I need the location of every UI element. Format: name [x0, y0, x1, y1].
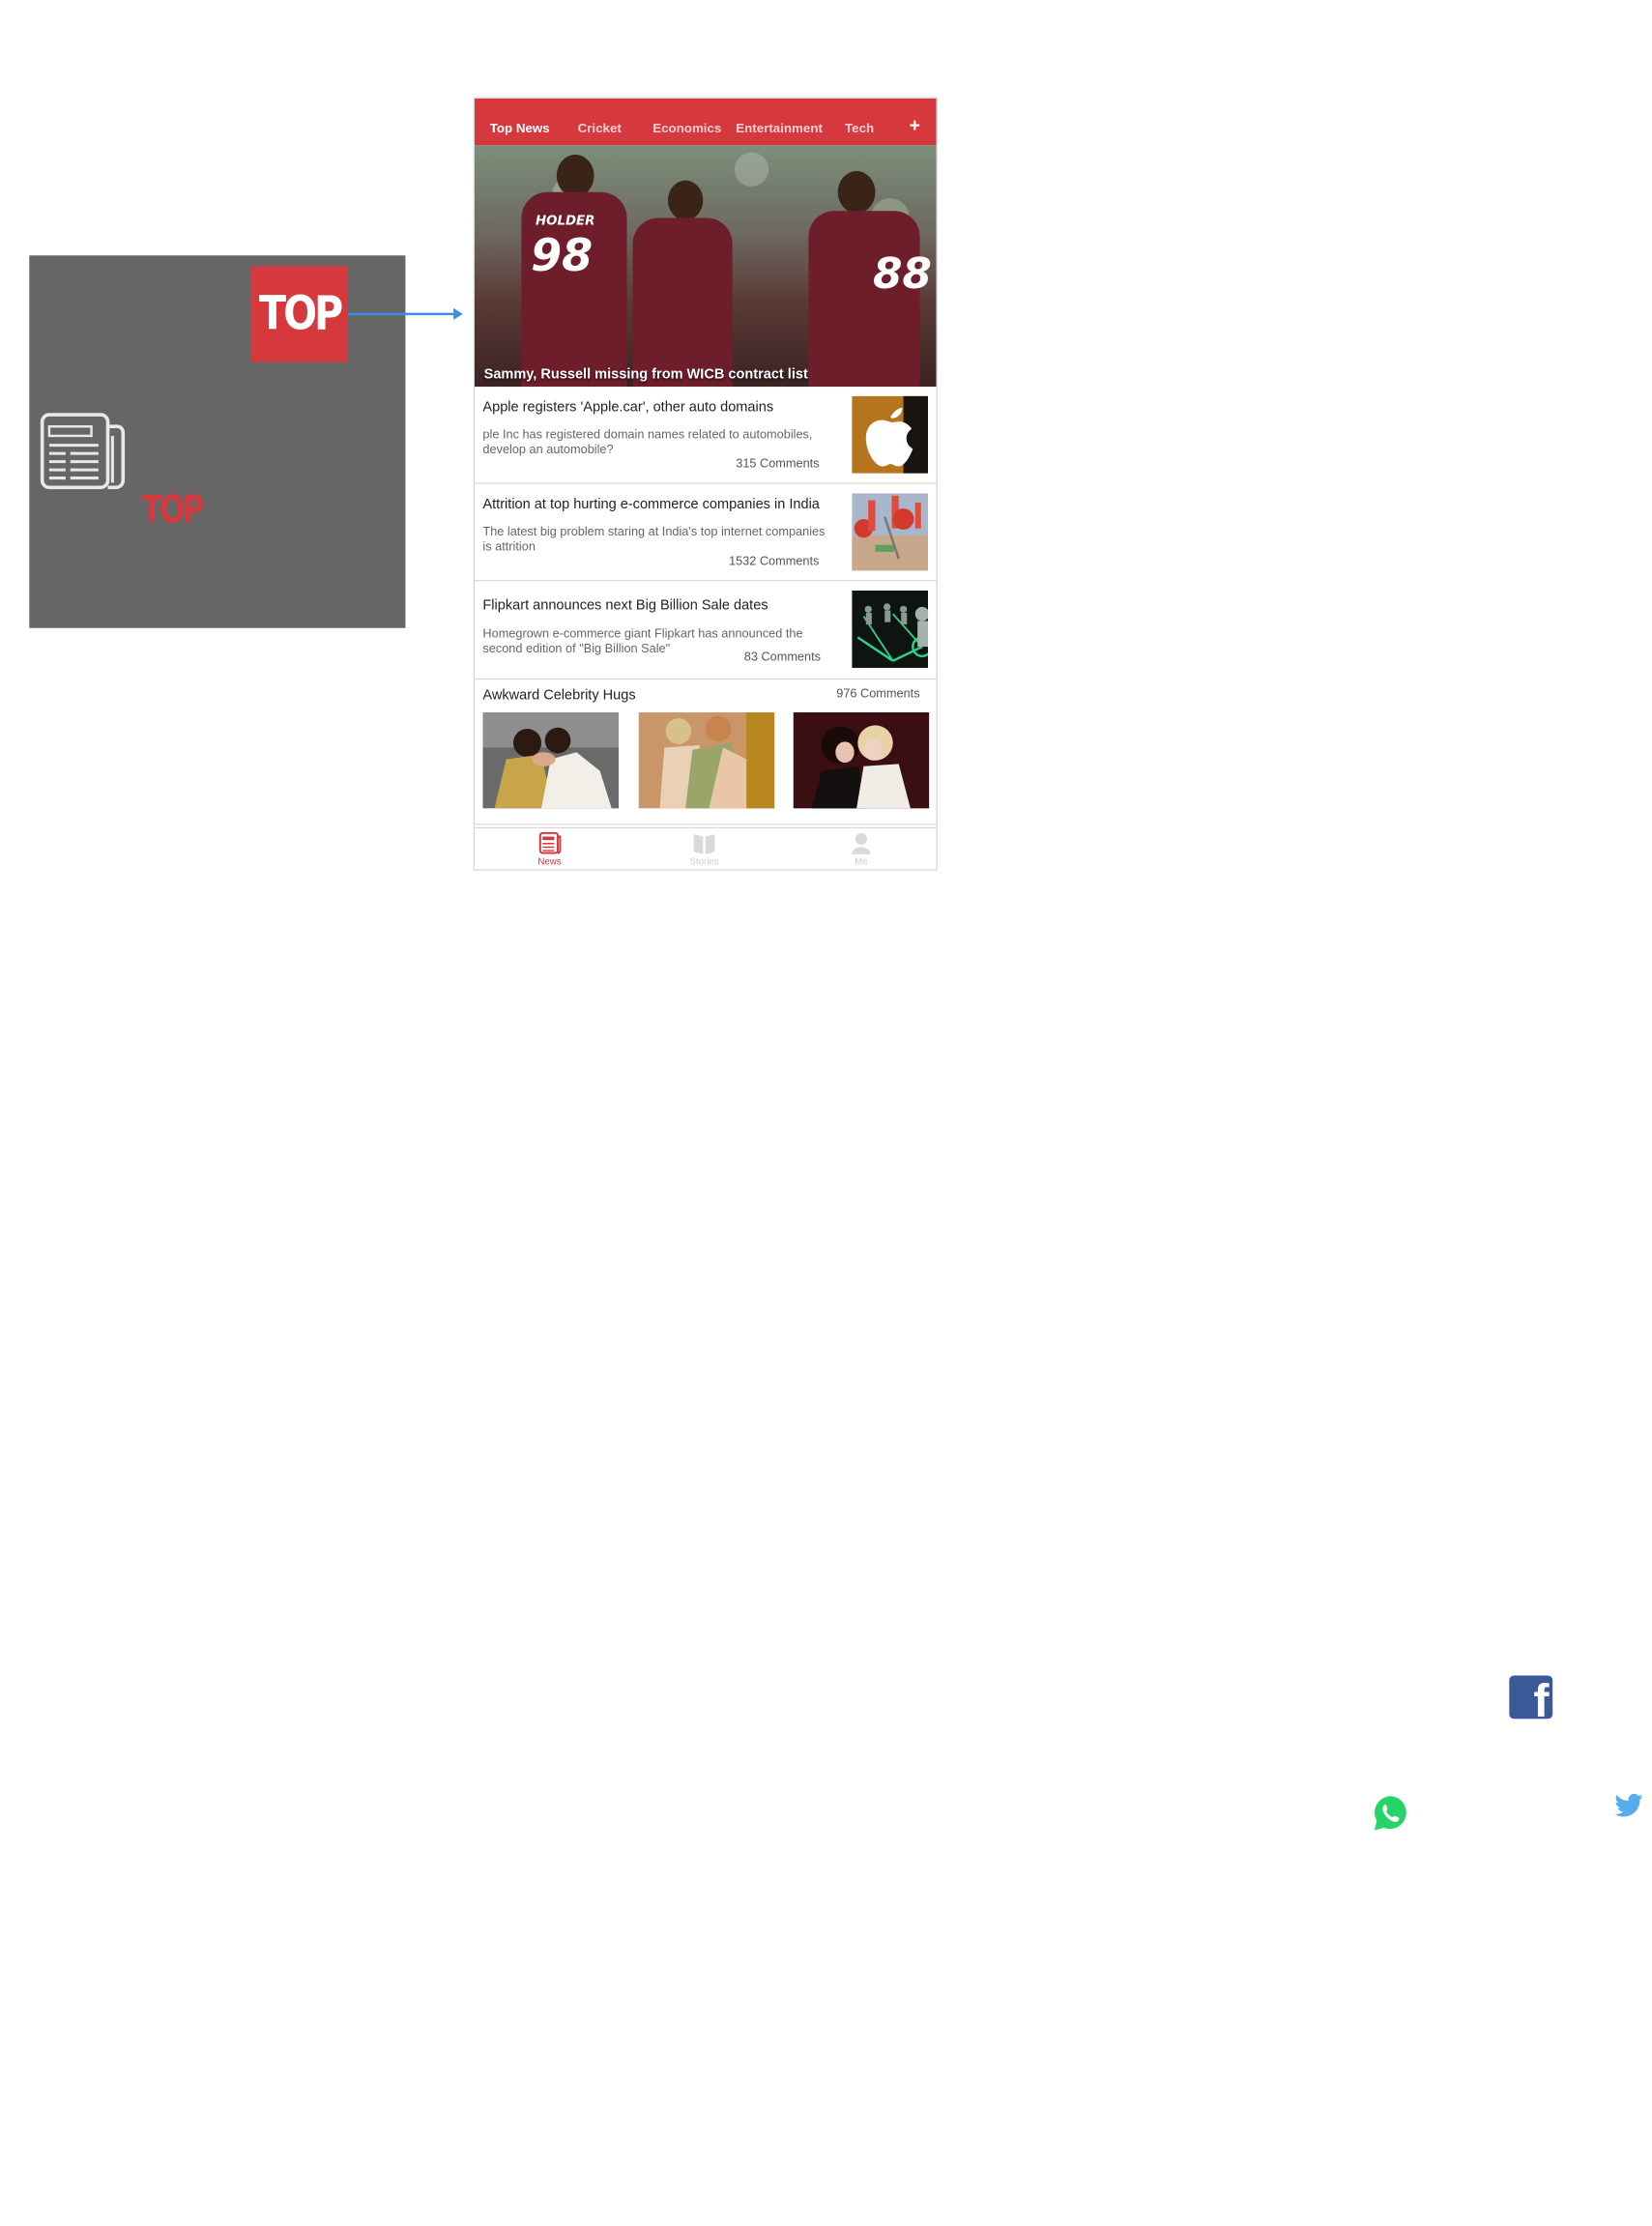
article-comments[interactable]: 1532 Comments: [729, 554, 819, 568]
gallery-photo[interactable]: [638, 712, 775, 809]
player-figure: [632, 217, 733, 388]
whatsapp-icon[interactable]: [1372, 1794, 1409, 1833]
photo-gallery-item[interactable]: Awkward Celebrity Hugs 976 Comments: [474, 679, 937, 825]
gallery-photo[interactable]: [482, 712, 620, 809]
tab-cricket[interactable]: Cricket: [578, 122, 622, 136]
player-head: [837, 170, 876, 214]
article-title[interactable]: Flipkart announces next Big Billion Sale…: [482, 596, 768, 613]
nav-news[interactable]: News: [514, 831, 585, 868]
article-title[interactable]: Apple registers 'Apple.car', other auto …: [482, 398, 773, 415]
article-comments[interactable]: 315 Comments: [736, 457, 819, 472]
nav-news-label: News: [537, 856, 562, 868]
article-summary: The latest big problem staring at India'…: [482, 525, 826, 555]
gallery-comments[interactable]: 976 Comments: [836, 686, 919, 701]
article-item[interactable]: Attrition at top hurting e-commerce comp…: [474, 484, 937, 582]
top-badge-text: TOP: [258, 286, 343, 341]
twitter-icon[interactable]: [1614, 1793, 1643, 1817]
newspaper-icon: [538, 831, 562, 854]
tab-tech[interactable]: Tech: [845, 122, 874, 136]
network-thumbnail[interactable]: [852, 590, 929, 668]
nav-me[interactable]: Me: [826, 832, 897, 867]
nav-stories-label: Stories: [689, 856, 719, 868]
article-item[interactable]: Apple registers 'Apple.car', other auto …: [474, 387, 937, 484]
top-red-label: TOP: [141, 487, 204, 533]
player-head: [667, 180, 704, 220]
gallery-title[interactable]: Awkward Celebrity Hugs: [482, 686, 635, 703]
article-title[interactable]: Attrition at top hurting e-commerce comp…: [482, 496, 819, 512]
nav-stories[interactable]: Stories: [669, 832, 739, 867]
jersey-number-text: 88: [873, 250, 932, 300]
tab-economics[interactable]: Economics: [652, 122, 721, 136]
book-icon: [693, 834, 715, 854]
arrow-right-icon: [348, 307, 463, 320]
add-tab-button[interactable]: +: [910, 116, 920, 137]
jersey-name-text: HOLDER: [535, 213, 595, 229]
person-icon: [852, 832, 871, 854]
hero-headline[interactable]: Sammy, Russell missing from WICB contrac…: [484, 365, 808, 382]
article-summary: ple Inc has registered domain names rela…: [482, 427, 813, 457]
facebook-glyph: f: [1533, 1675, 1550, 1720]
ecommerce-thumbnail[interactable]: [852, 493, 929, 571]
hero-story[interactable]: HOLDER 98 88 Sammy, Russell missing from…: [474, 145, 937, 388]
newspaper-icon: [40, 413, 126, 490]
bottom-navigation: News Stories Me: [474, 826, 937, 870]
nav-me-label: Me: [855, 856, 868, 868]
facebook-icon[interactable]: f: [1509, 1675, 1553, 1720]
gallery-photo[interactable]: [793, 712, 930, 809]
jersey-number-text: 98: [531, 229, 594, 281]
top-app-icon: TOP: [250, 266, 349, 362]
player-head: [556, 155, 594, 197]
apple-logo-thumbnail[interactable]: [852, 395, 929, 474]
category-tab-bar: Top News Cricket Economics Entertainment…: [474, 98, 937, 146]
article-comments[interactable]: 83 Comments: [744, 650, 821, 665]
article-item[interactable]: Flipkart announces next Big Billion Sale…: [474, 581, 937, 680]
tab-entertainment[interactable]: Entertainment: [736, 122, 823, 136]
news-app-screen: Top News Cricket Economics Entertainment…: [473, 97, 938, 871]
tab-top-news[interactable]: Top News: [490, 122, 550, 136]
